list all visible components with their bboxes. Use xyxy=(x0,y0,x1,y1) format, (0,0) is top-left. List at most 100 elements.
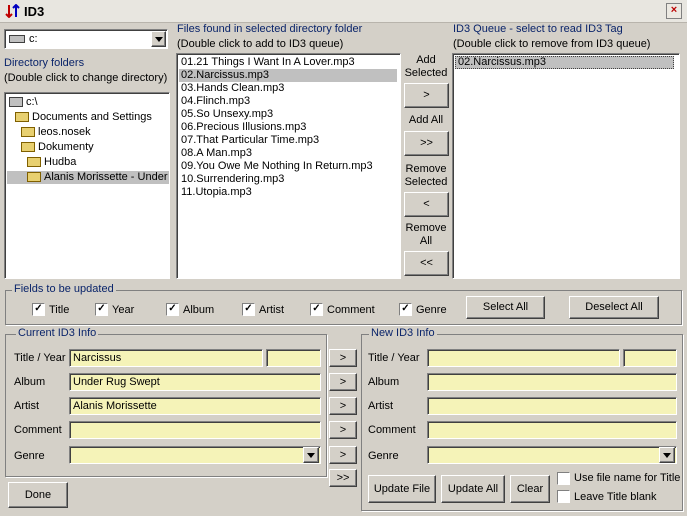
select-all-button[interactable]: Select All xyxy=(466,296,545,319)
file-item[interactable]: 07.That Particular Time.mp3 xyxy=(181,134,319,147)
current-comment-label: Comment xyxy=(14,424,62,436)
files-hint: (Double click to add to ID3 queue) xyxy=(177,38,344,50)
add-all-button[interactable]: >> xyxy=(404,131,449,156)
file-item[interactable]: 05.So Unsexy.mp3 xyxy=(181,108,273,121)
genre-checkbox[interactable]: ✓ xyxy=(399,303,412,316)
dir-item[interactable]: Hudba xyxy=(27,156,76,169)
new-artist-field[interactable] xyxy=(427,397,677,415)
copy-all-button[interactable]: >> xyxy=(329,469,357,487)
current-title-field[interactable]: Narcissus xyxy=(69,349,263,367)
queue-item-selected[interactable]: 02.Narcissus.mp3 xyxy=(455,56,674,69)
new-comment-label: Comment xyxy=(368,424,416,436)
fields-group-title: Fields to be updated xyxy=(12,283,116,295)
copy-artist-button[interactable]: > xyxy=(329,397,357,415)
title-bar xyxy=(0,0,687,23)
dir-hint: (Double click to change directory) xyxy=(4,72,168,84)
file-item[interactable]: 08.A Man.mp3 xyxy=(181,147,252,160)
current-genre-label: Genre xyxy=(14,450,45,462)
app-icon xyxy=(5,3,21,19)
title-checkbox[interactable]: ✓ xyxy=(32,303,45,316)
current-year-field[interactable] xyxy=(266,349,321,367)
file-item-selected[interactable]: 02.Narcissus.mp3 xyxy=(179,69,397,82)
chevron-down-icon[interactable] xyxy=(659,447,675,463)
new-title-field[interactable] xyxy=(427,349,620,367)
comment-checkbox-label: Comment xyxy=(327,304,375,316)
year-checkbox[interactable]: ✓ xyxy=(95,303,108,316)
copy-comment-button[interactable]: > xyxy=(329,421,357,439)
chevron-down-icon[interactable] xyxy=(151,31,166,47)
file-item[interactable]: 11.Utopia.mp3 xyxy=(181,186,252,199)
leave-title-blank-label: Leave Title blank xyxy=(574,491,657,503)
dir-item-selected[interactable]: Alanis Morissette - Under R xyxy=(7,171,169,184)
current-comment-field[interactable] xyxy=(69,421,321,439)
title-checkbox-label: Title xyxy=(49,304,70,316)
current-album-label: Album xyxy=(14,376,46,388)
comment-checkbox[interactable]: ✓ xyxy=(310,303,323,316)
add-selected-button[interactable]: > xyxy=(404,83,449,108)
new-album-field[interactable] xyxy=(427,373,677,391)
deselect-all-button[interactable]: Deselect All xyxy=(569,296,659,319)
directory-tree[interactable]: c:\ Documents and Settings leos.nosek Do… xyxy=(4,92,170,279)
new-comment-field[interactable] xyxy=(427,421,677,439)
drive-select[interactable]: c: xyxy=(4,29,168,49)
update-all-button[interactable]: Update All xyxy=(441,475,505,503)
remove-selected-label: Remove Selected xyxy=(404,163,448,188)
genre-checkbox-label: Genre xyxy=(416,304,447,316)
files-list[interactable]: 01.21 Things I Want In A Lover.mp3 02.Na… xyxy=(176,53,401,279)
remove-selected-button[interactable]: < xyxy=(404,192,449,217)
file-item[interactable]: 03.Hands Clean.mp3 xyxy=(181,82,284,95)
copy-genre-button[interactable]: > xyxy=(329,446,357,464)
copy-album-button[interactable]: > xyxy=(329,373,357,391)
copy-title-button[interactable]: > xyxy=(329,349,357,367)
drive-value: c: xyxy=(29,33,38,45)
window-title: ID3 xyxy=(24,4,45,19)
drive-icon xyxy=(9,35,25,43)
dir-label: Directory folders xyxy=(4,57,85,69)
leave-title-blank-checkbox[interactable] xyxy=(557,490,570,503)
remove-all-button[interactable]: << xyxy=(404,251,449,276)
artist-checkbox-label: Artist xyxy=(259,304,285,316)
file-item[interactable]: 01.21 Things I Want In A Lover.mp3 xyxy=(181,56,355,69)
dir-item[interactable]: Documents and Settings xyxy=(15,111,152,124)
queue-list[interactable]: 02.Narcissus.mp3 xyxy=(452,53,680,279)
current-artist-label: Artist xyxy=(14,400,40,412)
close-icon[interactable]: × xyxy=(666,3,682,19)
current-album-field[interactable]: Under Rug Swept xyxy=(69,373,321,391)
file-item[interactable]: 06.Precious Illusions.mp3 xyxy=(181,121,306,134)
dir-item[interactable]: Dokumenty xyxy=(21,141,94,154)
current-title-year-label: Title / Year xyxy=(14,352,66,364)
folder-icon xyxy=(21,127,35,138)
dir-item[interactable]: c:\ xyxy=(9,96,38,109)
add-all-label: Add All xyxy=(408,114,444,126)
chevron-down-icon[interactable] xyxy=(303,447,319,463)
folder-icon xyxy=(21,142,35,153)
album-checkbox-label: Album xyxy=(183,304,215,316)
file-item[interactable]: 04.Flinch.mp3 xyxy=(181,95,250,108)
drive-icon xyxy=(9,97,23,108)
dir-item[interactable]: leos.nosek xyxy=(21,126,91,139)
use-file-name-checkbox[interactable] xyxy=(557,472,570,485)
file-item[interactable]: 09.You Owe Me Nothing In Return.mp3 xyxy=(181,160,373,173)
new-artist-label: Artist xyxy=(368,400,394,412)
folder-icon xyxy=(27,157,41,168)
clear-button[interactable]: Clear xyxy=(510,475,550,503)
new-info-title: New ID3 Info xyxy=(369,327,437,339)
done-button[interactable]: Done xyxy=(8,482,68,508)
album-checkbox[interactable]: ✓ xyxy=(166,303,179,316)
file-item[interactable]: 10.Surrendering.mp3 xyxy=(181,173,284,186)
queue-hint: (Double click to remove from ID3 queue) xyxy=(453,38,651,50)
new-genre-label: Genre xyxy=(368,450,399,462)
folder-icon xyxy=(15,112,29,123)
artist-checkbox[interactable]: ✓ xyxy=(242,303,255,316)
new-genre-select[interactable] xyxy=(427,446,677,464)
remove-all-label: Remove All xyxy=(405,222,447,247)
update-file-button[interactable]: Update File xyxy=(368,475,436,503)
current-artist-field[interactable]: Alanis Morissette xyxy=(69,397,321,415)
current-genre-select[interactable] xyxy=(69,446,321,464)
new-year-field[interactable] xyxy=(623,349,677,367)
open-folder-icon xyxy=(27,172,41,183)
add-selected-label: Add Selected xyxy=(404,54,448,79)
queue-label: ID3 Queue - select to read ID3 Tag xyxy=(453,23,623,35)
use-file-name-label: Use file name for Title xyxy=(574,472,681,484)
new-title-year-label: Title / Year xyxy=(368,352,420,364)
